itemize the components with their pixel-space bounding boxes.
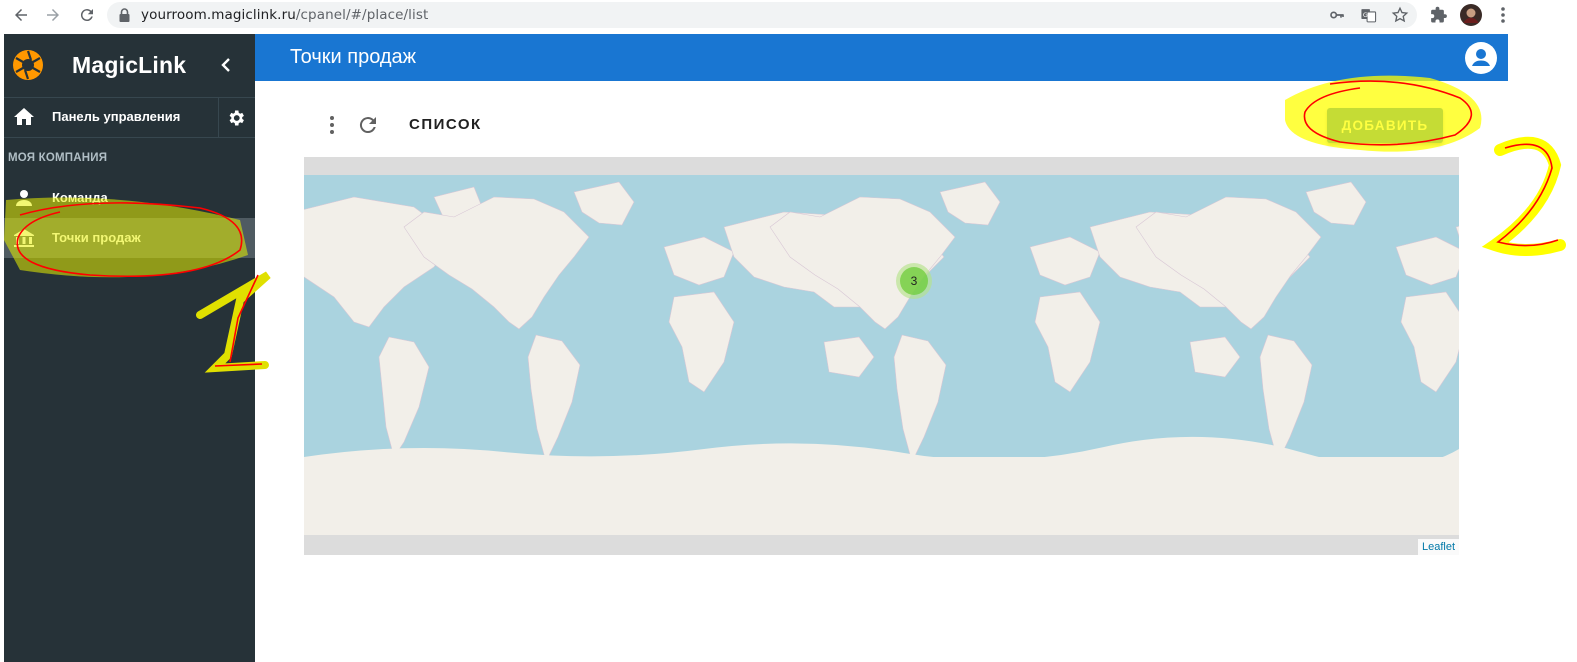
address-bar[interactable]: yourroom.magiclink.ru/cpanel/#/place/lis… bbox=[107, 2, 1417, 28]
sidebar-item-dashboard[interactable]: Панель управления bbox=[4, 98, 255, 138]
world-map[interactable]: 3 Leaflet bbox=[304, 157, 1459, 555]
back-icon[interactable] bbox=[6, 0, 36, 30]
svg-text:G: G bbox=[1362, 10, 1367, 18]
sidebar-header: MagicLink bbox=[4, 34, 255, 96]
marker-cluster[interactable]: 3 bbox=[896, 263, 932, 299]
sidebar: MagicLink Панель управления МОЯ КОМПАНИЯ… bbox=[4, 34, 255, 662]
browser-menu-icon[interactable] bbox=[1488, 0, 1518, 30]
annotation-digit-2-highlight bbox=[1481, 136, 1566, 256]
account-avatar-icon[interactable] bbox=[1465, 42, 1497, 74]
lock-icon bbox=[119, 8, 130, 27]
url-host: yourroom.magiclink.ru bbox=[141, 7, 296, 23]
page-title: Точки продаж bbox=[290, 46, 417, 68]
sidebar-item-team[interactable]: Команда bbox=[4, 178, 255, 218]
reload-icon[interactable] bbox=[72, 0, 102, 30]
browser-toolbar: yourroom.magiclink.ru/cpanel/#/place/lis… bbox=[0, 0, 1577, 30]
refresh-icon[interactable] bbox=[356, 113, 380, 137]
url-text: yourroom.magiclink.ru/cpanel/#/place/lis… bbox=[141, 7, 428, 23]
map-tiles bbox=[304, 175, 1459, 535]
bank-icon bbox=[12, 226, 36, 250]
sidebar-item-label: Точки продаж bbox=[52, 230, 141, 245]
app-bar: Точки продаж bbox=[255, 34, 1508, 81]
extensions-icon[interactable] bbox=[1424, 0, 1454, 30]
map-attribution-link[interactable]: Leaflet bbox=[1417, 539, 1459, 555]
dashboard-separator bbox=[218, 98, 219, 138]
home-icon bbox=[12, 105, 36, 129]
bookmark-star-icon[interactable] bbox=[1385, 0, 1415, 30]
add-button[interactable]: ДОБАВИТЬ bbox=[1327, 108, 1443, 143]
sidebar-item-label: Команда bbox=[52, 190, 108, 205]
person-icon bbox=[12, 186, 36, 210]
more-vertical-icon[interactable] bbox=[320, 113, 344, 137]
aperture-logo-icon bbox=[12, 49, 44, 81]
cluster-count: 3 bbox=[900, 267, 928, 295]
key-icon[interactable] bbox=[1322, 0, 1352, 30]
gear-icon[interactable] bbox=[226, 108, 246, 128]
profile-avatar-icon[interactable] bbox=[1456, 0, 1486, 30]
sidebar-item-label: Панель управления bbox=[52, 109, 181, 124]
translate-icon[interactable]: G bbox=[1353, 0, 1383, 30]
url-path: /cpanel/#/place/list bbox=[295, 7, 429, 23]
brand-name: MagicLink bbox=[72, 52, 187, 78]
sidebar-item-points-of-sale[interactable]: Точки продаж bbox=[4, 218, 255, 258]
annotation-digit-2-stroke bbox=[1496, 143, 1559, 247]
list-title: СПИСОК bbox=[409, 116, 482, 133]
chevron-left-icon[interactable] bbox=[214, 53, 238, 77]
section-title: МОЯ КОМПАНИЯ bbox=[8, 152, 108, 164]
forward-icon[interactable] bbox=[38, 0, 68, 30]
